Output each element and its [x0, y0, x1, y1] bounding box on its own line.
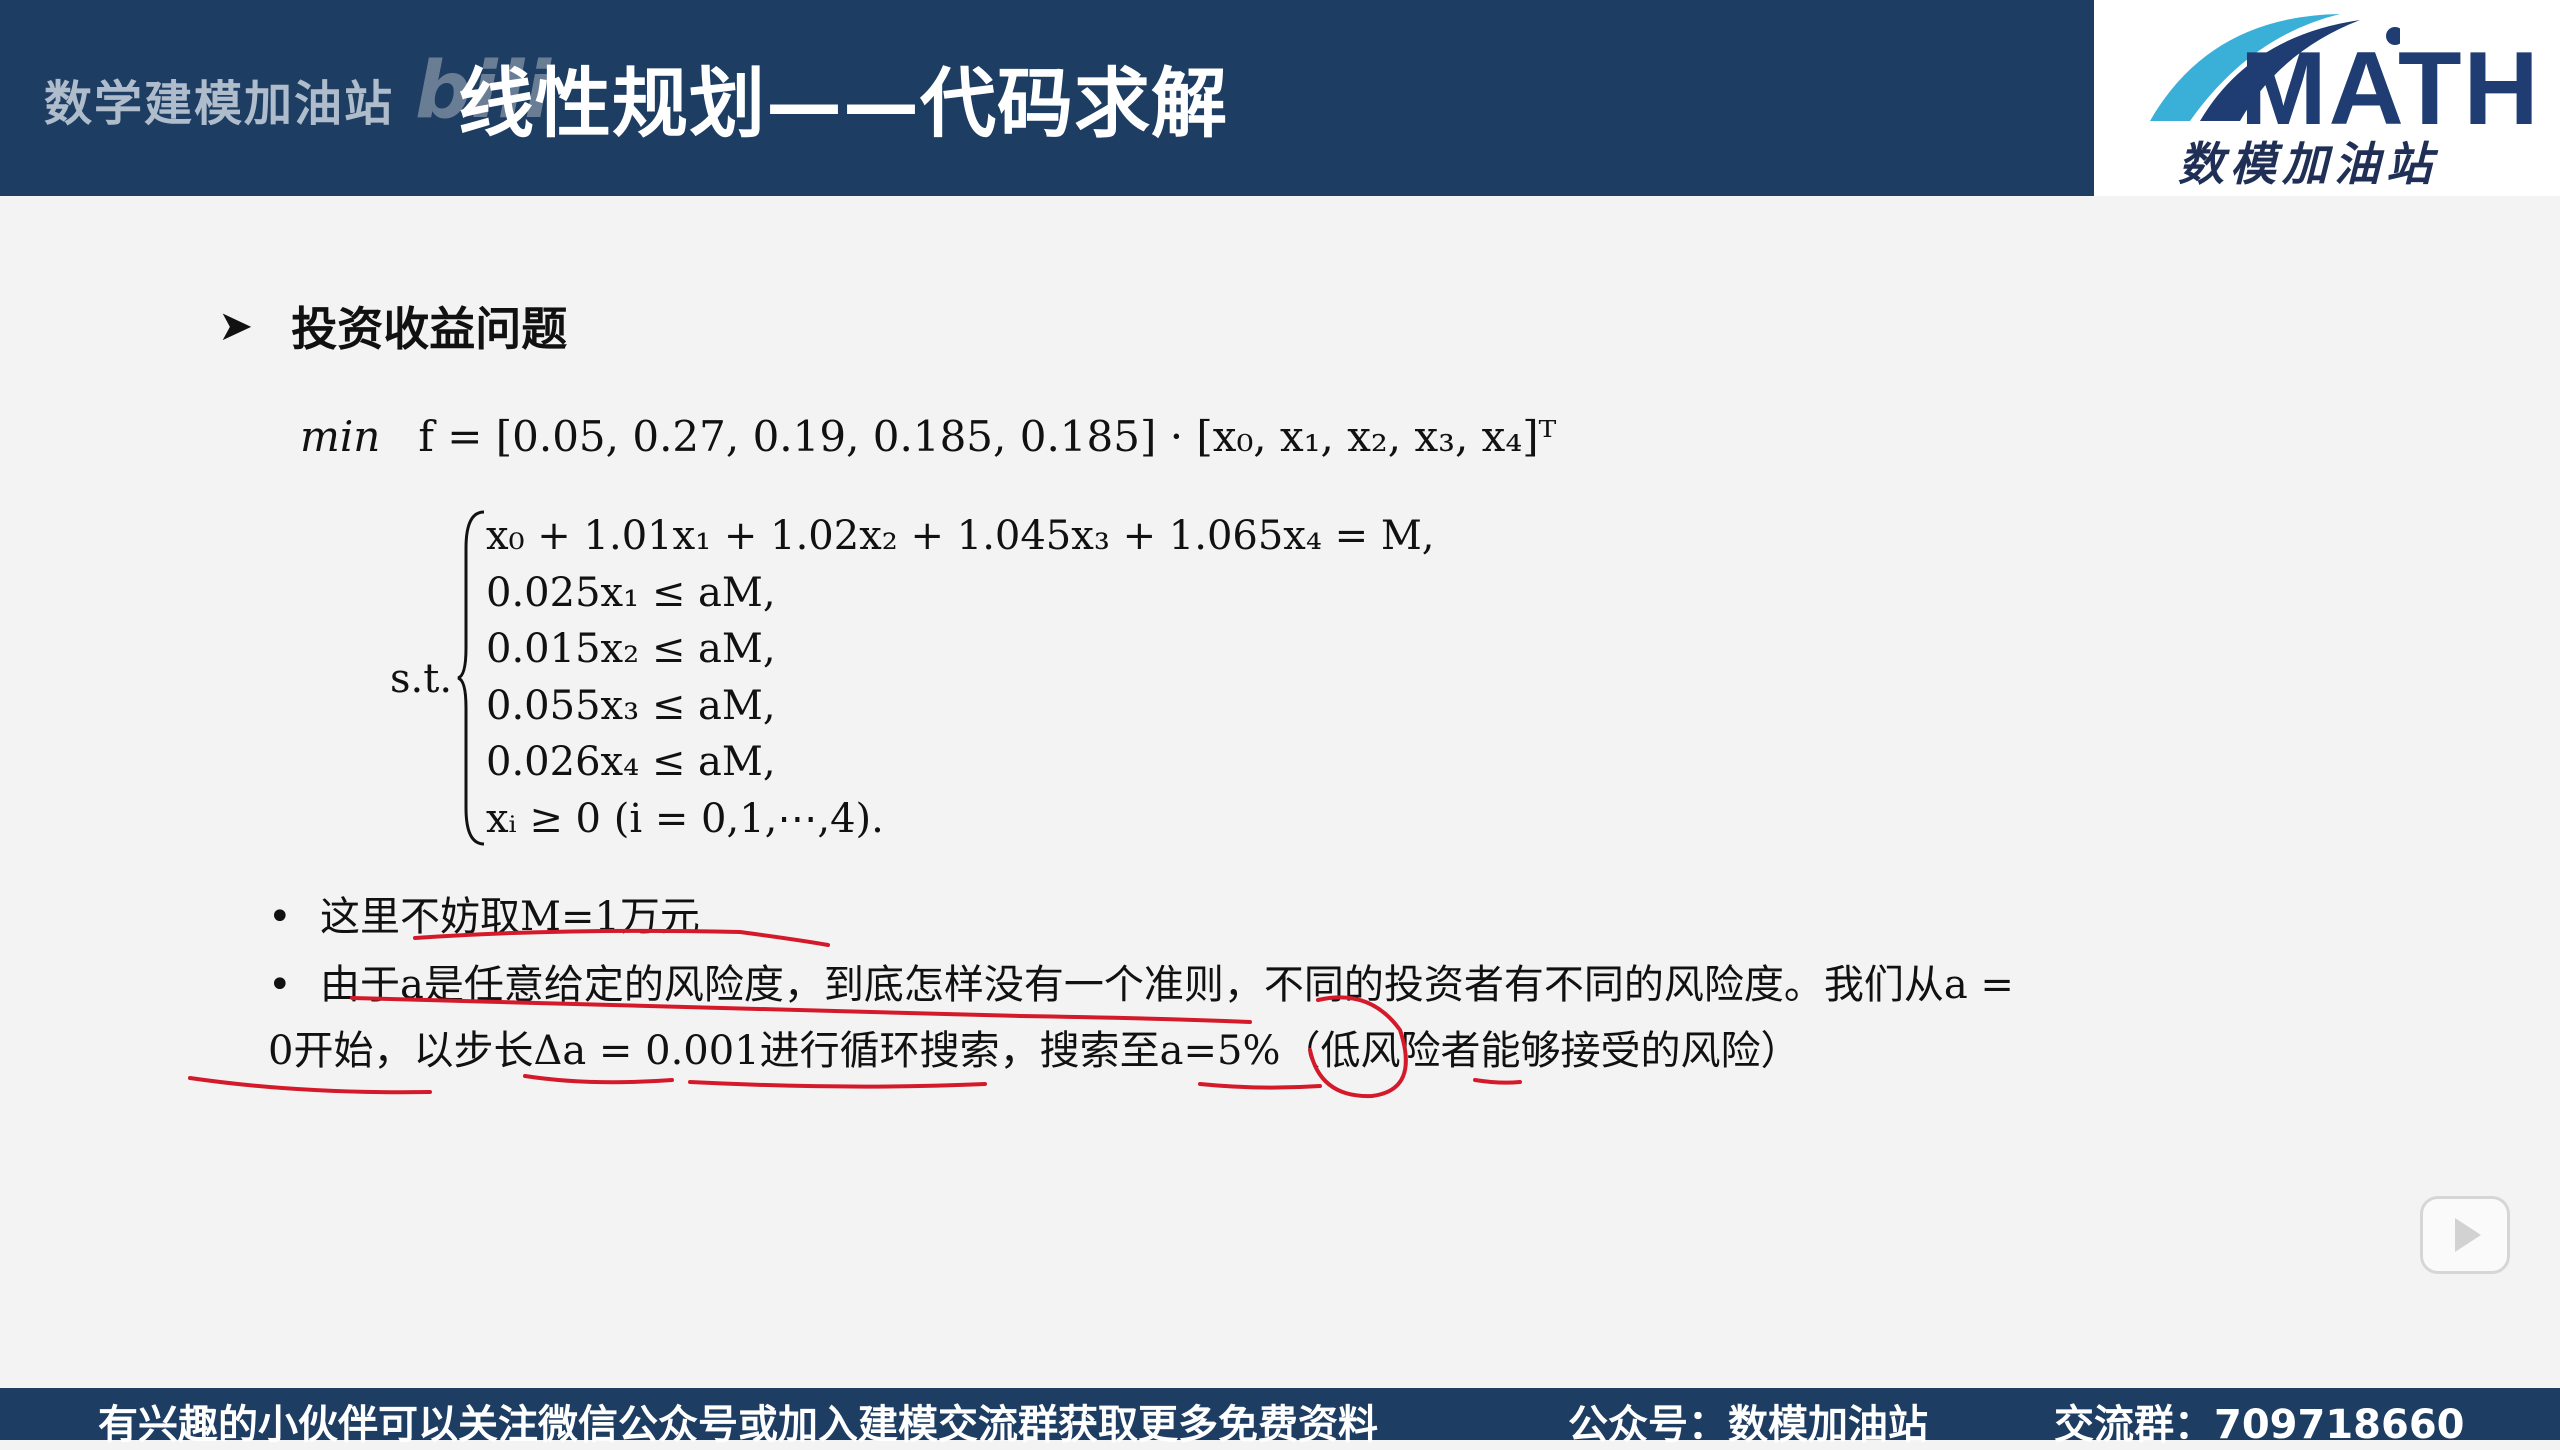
footer-group-text: 交流群：709718660 [2054, 1402, 2465, 1448]
video-play-button[interactable] [2420, 1196, 2510, 1274]
footer-account-text: 公众号：数模加油站 [1568, 1402, 1928, 1448]
play-icon [2455, 1218, 2481, 1252]
handwritten-annotations [188, 928, 1522, 1099]
footer-promo-text: 有兴趣的小伙伴可以关注微信公众号或加入建模交流群获取更多免费资料 [98, 1402, 1378, 1448]
footer-banner: 有兴趣的小伙伴可以关注微信公众号或加入建模交流群获取更多免费资料 公众号：数模加… [0, 1388, 2560, 1448]
